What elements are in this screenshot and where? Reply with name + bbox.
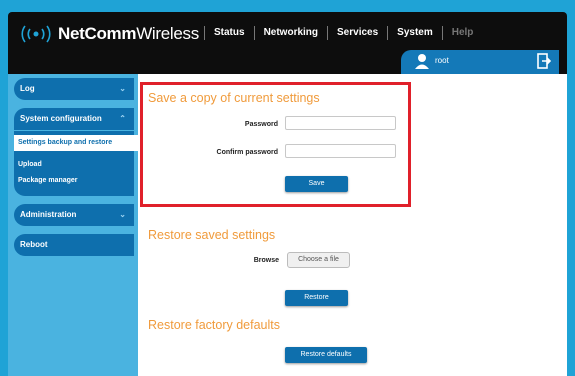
chevron-down-icon: ⌄ bbox=[119, 210, 126, 219]
sidebar-item-settings-backup[interactable]: Settings backup and restore bbox=[14, 135, 138, 151]
menu-system[interactable]: System bbox=[387, 26, 442, 40]
sidebar-submenu: Settings backup and restore Upload Packa… bbox=[14, 131, 138, 196]
brand-thin: Wireless bbox=[136, 24, 199, 43]
menu-services[interactable]: Services bbox=[327, 26, 387, 40]
sidebar-item-label: System configuration bbox=[20, 114, 102, 123]
top-header: NetCommWireless Status Networking Servic… bbox=[8, 12, 567, 74]
sidebar-item-label: Log bbox=[20, 84, 35, 93]
chevron-down-icon: ⌄ bbox=[119, 84, 126, 93]
user-strip: root bbox=[401, 50, 559, 74]
menu-status[interactable]: Status bbox=[204, 26, 254, 40]
sidebar-item-administration[interactable]: Administration ⌄ bbox=[14, 204, 134, 226]
username: root bbox=[435, 56, 449, 65]
sidebar-item-system-configuration[interactable]: System configuration ⌃ bbox=[14, 108, 134, 130]
restore-button[interactable]: Restore bbox=[285, 290, 348, 306]
menu-help[interactable]: Help bbox=[441, 26, 483, 40]
sidebar-item-label: Administration bbox=[20, 210, 77, 219]
browse-label: Browse bbox=[253, 257, 279, 264]
sidebar-item-label: Reboot bbox=[20, 240, 48, 249]
sidebar-item-upload[interactable]: Upload bbox=[18, 161, 42, 168]
menu-networking[interactable]: Networking bbox=[253, 26, 327, 40]
brand-name: NetCommWireless bbox=[58, 24, 199, 44]
confirm-password-field[interactable] bbox=[285, 144, 396, 158]
main-menu: Status Networking Services System Help bbox=[204, 26, 482, 40]
brand[interactable]: NetCommWireless bbox=[20, 24, 199, 44]
choose-file-button[interactable]: Choose a file bbox=[287, 252, 350, 268]
logout-icon[interactable] bbox=[537, 53, 552, 74]
restore-defaults-button[interactable]: Restore defaults bbox=[285, 347, 367, 363]
password-label: Password bbox=[244, 121, 278, 128]
confirm-password-label: Confirm password bbox=[216, 149, 278, 156]
factory-section-title: Restore factory defaults bbox=[148, 318, 281, 332]
password-field[interactable] bbox=[285, 116, 396, 130]
signal-wave-icon bbox=[20, 25, 52, 43]
user-icon bbox=[415, 53, 429, 74]
save-button[interactable]: Save bbox=[285, 176, 348, 192]
sidebar-item-reboot[interactable]: Reboot bbox=[14, 234, 134, 256]
chevron-up-icon: ⌃ bbox=[119, 114, 126, 123]
brand-bold: NetComm bbox=[58, 24, 137, 43]
restore-section-title: Restore saved settings bbox=[148, 228, 276, 242]
sidebar-item-log[interactable]: Log ⌄ bbox=[14, 78, 134, 100]
sidebar-item-package-manager[interactable]: Package manager bbox=[18, 177, 78, 184]
save-section-title: Save a copy of current settings bbox=[148, 91, 320, 105]
